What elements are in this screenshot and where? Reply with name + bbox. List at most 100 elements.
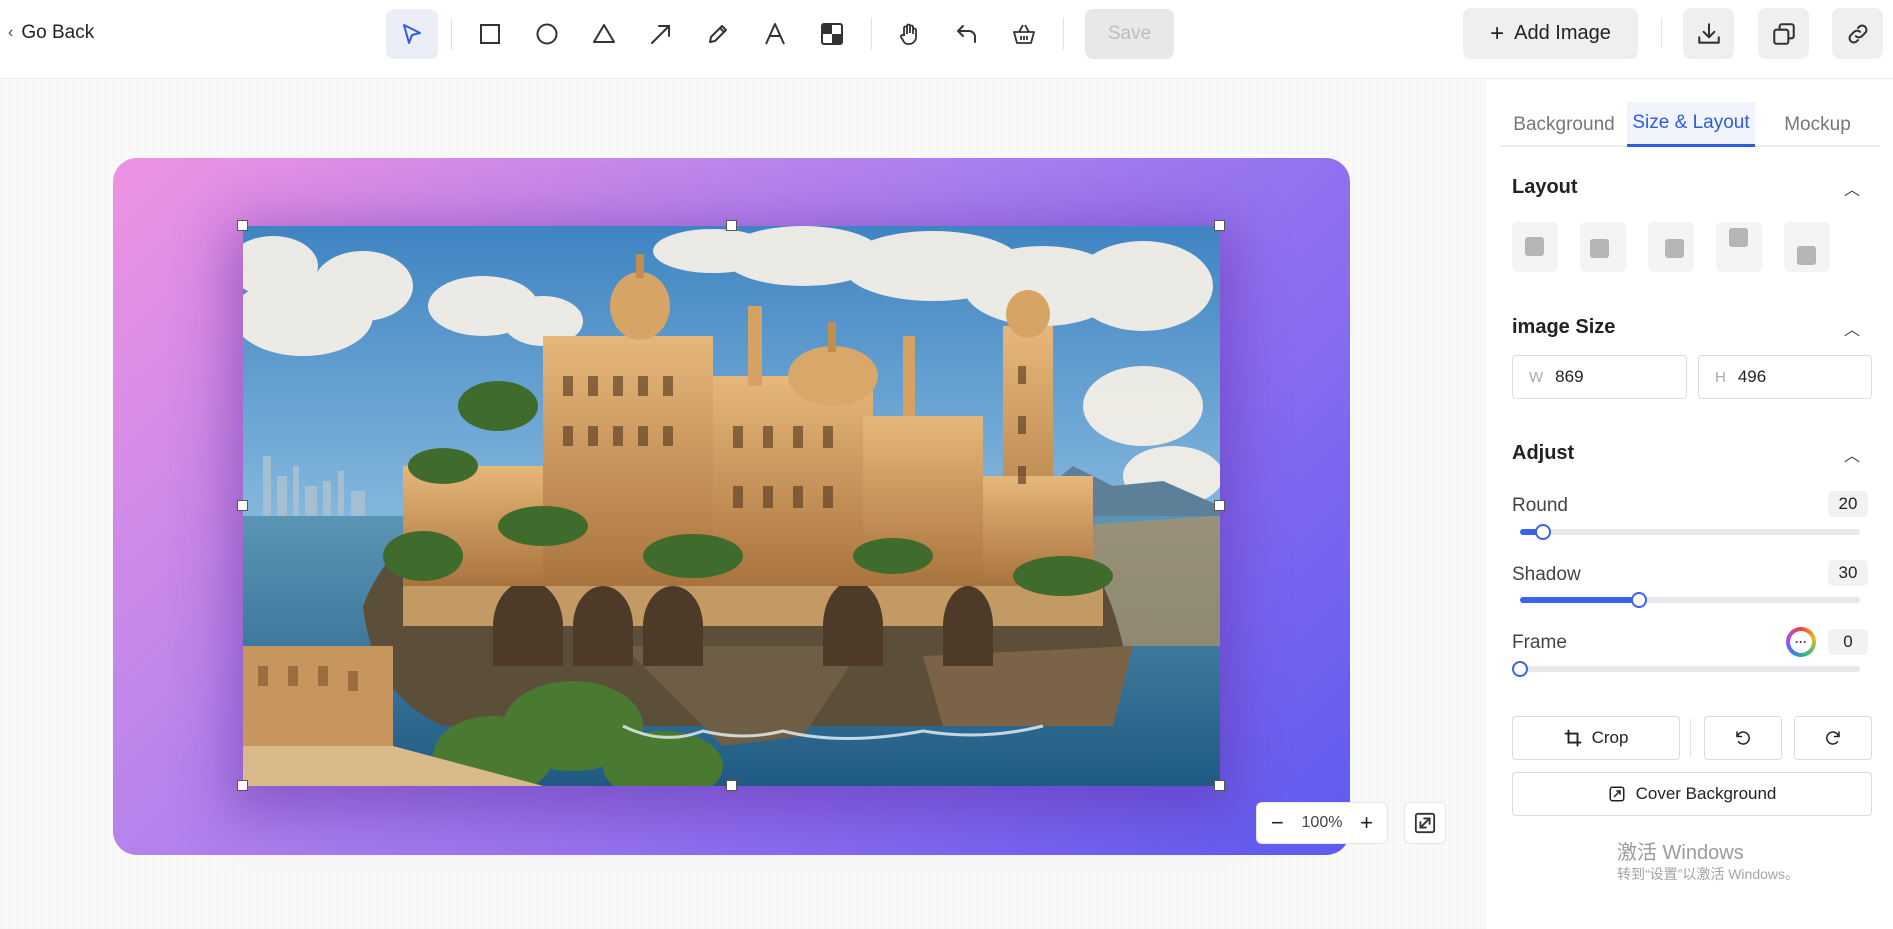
select-tool-button[interactable] (386, 9, 438, 59)
resize-handle-bottom[interactable] (726, 780, 737, 791)
save-button[interactable]: Save (1085, 9, 1174, 59)
more-options-icon: ··· (1790, 631, 1812, 653)
layout-section-header[interactable]: Layout ︿ (1512, 176, 1860, 200)
toolbar-divider (871, 18, 872, 50)
height-label: H (1715, 368, 1726, 386)
cursor-arrow-icon (403, 24, 421, 44)
pencil-icon (709, 25, 727, 43)
toolbar-divider (451, 18, 452, 50)
ellipse-tool-button[interactable] (521, 9, 573, 59)
castle-island-image (243, 226, 1220, 786)
zoom-out-button[interactable]: − (1271, 810, 1284, 836)
text-icon (765, 23, 785, 45)
resize-handle-top[interactable] (726, 220, 737, 231)
round-slider-knob[interactable] (1534, 524, 1551, 540)
text-tool-button[interactable] (749, 9, 801, 59)
layout-option-top[interactable] (1716, 222, 1762, 272)
gradient-background (113, 158, 1350, 855)
image-size-title: image Size (1512, 316, 1616, 338)
pen-tool-button[interactable] (692, 9, 744, 59)
height-field[interactable]: H 496 (1698, 355, 1872, 399)
layout-options (1512, 222, 1830, 272)
copy-icon (1772, 22, 1795, 45)
chevron-up-icon: ︿ (1843, 182, 1860, 199)
layout-option-bottom-right[interactable] (1648, 222, 1694, 272)
add-image-label: Add Image (1514, 22, 1611, 44)
hand-icon (900, 23, 917, 45)
frame-value[interactable]: 0 (1828, 629, 1868, 655)
link-icon (1848, 24, 1867, 43)
arrow-icon (651, 25, 670, 44)
cover-background-label: Cover Background (1635, 784, 1777, 803)
download-button[interactable] (1683, 8, 1734, 59)
layout-option-bottom-left[interactable] (1580, 222, 1626, 272)
width-label: W (1529, 368, 1544, 386)
resize-handle-top-left[interactable] (237, 220, 248, 231)
button-divider (1690, 719, 1691, 757)
go-back-label: Go Back (21, 22, 95, 43)
shadow-value[interactable]: 30 (1828, 560, 1868, 586)
height-value: 496 (1737, 367, 1767, 386)
circle-icon (536, 23, 558, 45)
round-label: Round (1512, 495, 1568, 516)
uploaded-image[interactable] (243, 226, 1220, 786)
pan-tool-button[interactable] (884, 9, 936, 59)
image-size-section-header[interactable]: image Size ︿ (1512, 316, 1860, 340)
rectangle-tool-button[interactable] (464, 9, 516, 59)
windows-activation-subtitle: 转到“设置”以激活 Windows。 (1617, 866, 1800, 882)
copy-button[interactable] (1758, 8, 1809, 59)
triangle-tool-button[interactable] (578, 9, 630, 59)
rotate-right-button[interactable] (1794, 716, 1872, 760)
add-image-button[interactable]: + Add Image (1463, 8, 1638, 59)
resize-handle-bottom-right[interactable] (1214, 780, 1225, 791)
chevron-up-icon: ︿ (1843, 322, 1860, 339)
layout-option-bottom[interactable] (1784, 222, 1830, 272)
frame-style-picker[interactable]: ··· (1786, 627, 1816, 657)
resize-handle-top-right[interactable] (1214, 220, 1225, 231)
plus-icon: + (1490, 19, 1505, 47)
cover-background-button[interactable]: Cover Background (1512, 772, 1872, 816)
frame-slider[interactable] (1512, 661, 1860, 677)
resize-handle-left[interactable] (237, 500, 248, 511)
tab-mockup[interactable]: Mockup (1755, 102, 1880, 147)
top-toolbar: ‹ Go Back Save + Add Image (0, 0, 1893, 79)
rotate-left-button[interactable] (1704, 716, 1782, 760)
download-icon (1697, 22, 1720, 44)
zoom-in-button[interactable]: + (1360, 810, 1373, 836)
copy-link-button[interactable] (1832, 8, 1883, 59)
resize-handle-bottom-left[interactable] (237, 780, 248, 791)
chevron-left-icon: ‹ (8, 24, 14, 41)
adjust-section-header[interactable]: Adjust ︿ (1512, 442, 1860, 466)
arrow-tool-button[interactable] (635, 9, 687, 59)
crop-button[interactable]: Crop (1512, 716, 1680, 760)
expand-icon (1414, 812, 1436, 834)
chevron-up-icon: ︿ (1843, 448, 1860, 465)
crop-label: Crop (1591, 728, 1629, 747)
toolbar-divider (1661, 18, 1662, 48)
rotate-right-icon (1826, 731, 1840, 745)
resize-handle-right[interactable] (1214, 500, 1225, 511)
triangle-icon (593, 24, 615, 43)
basket-icon (1013, 24, 1035, 44)
fit-to-screen-button[interactable] (1404, 802, 1446, 844)
frame-slider-knob[interactable] (1512, 661, 1528, 677)
round-value[interactable]: 20 (1828, 491, 1868, 517)
frame-label: Frame (1512, 632, 1567, 653)
shadow-slider[interactable] (1520, 592, 1860, 608)
width-value: 869 (1555, 367, 1584, 386)
undo-icon (957, 25, 976, 43)
tab-size-layout[interactable]: Size & Layout (1627, 102, 1755, 147)
go-back-link[interactable]: ‹ Go Back (8, 20, 94, 46)
clear-button[interactable] (998, 9, 1050, 59)
shadow-slider-knob[interactable] (1631, 592, 1647, 608)
width-field[interactable]: W 869 (1512, 355, 1687, 399)
tab-background[interactable]: Background (1501, 102, 1627, 147)
crop-icon (1564, 729, 1581, 747)
layout-title: Layout (1512, 176, 1578, 198)
mosaic-icon (821, 23, 843, 45)
round-slider[interactable] (1520, 524, 1860, 540)
toolbar-divider (1063, 18, 1064, 50)
layout-option-center[interactable] (1512, 222, 1558, 272)
pixelate-tool-button[interactable] (806, 9, 858, 59)
undo-button[interactable] (941, 9, 993, 59)
